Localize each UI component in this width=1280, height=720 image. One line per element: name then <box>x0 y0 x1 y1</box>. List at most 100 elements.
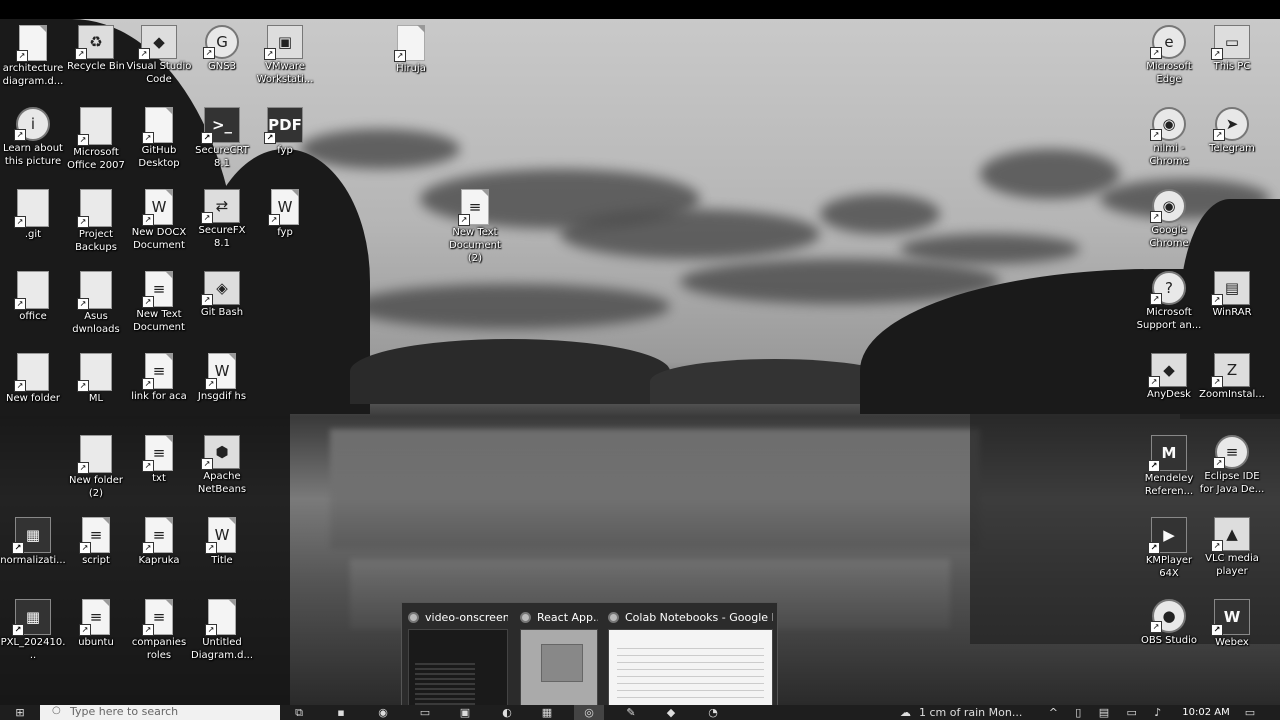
desktop-icon[interactable]: ◆ ↗ Visual Studio Code <box>126 25 192 86</box>
desktop-icon-label: ZoomInstal... <box>1199 389 1265 400</box>
desktop-icon-label: Title <box>211 555 233 566</box>
shortcut-arrow-icon: ↗ <box>201 294 213 306</box>
taskbar-app-1[interactable]: ▪ <box>330 705 352 720</box>
app-icon: ◐ <box>502 706 512 719</box>
desktop-icon[interactable]: ≡ ↗ Eclipse IDE for Java De... <box>1199 435 1265 496</box>
desktop-icon[interactable]: G ↗ GNS3 <box>189 25 255 73</box>
taskbar-vscode[interactable]: ◆ <box>660 705 682 720</box>
desktop-icon[interactable]: i ↗ Learn about this picture <box>0 107 66 168</box>
vlc-icon: ▲ ↗ <box>1211 517 1250 552</box>
desktop-icon[interactable]: ⬢ ↗ Apache NetBeans <box>189 435 255 496</box>
thumbnail-video-onscreen[interactable]: video-onscreen... <box>402 603 512 705</box>
desktop-icon[interactable]: ▲ ↗ VLC media player <box>1199 517 1265 578</box>
thumbnail-colab-notebooks[interactable]: Colab Notebooks - Google Driv... <box>602 603 777 705</box>
chrome-icon <box>408 611 419 623</box>
desktop-icon[interactable]: ↗ GitHub Desktop <box>126 107 192 170</box>
desktop-icon[interactable]: e ↗ Microsoft Edge <box>1136 25 1202 86</box>
thumbnail-title: video-onscreen... <box>425 610 508 624</box>
clock[interactable]: 10:02 AM <box>1176 705 1236 720</box>
shortcut-arrow-icon: ↗ <box>14 216 26 228</box>
chrome-icon <box>520 611 531 623</box>
desktop-icon[interactable]: ▶ ↗ KMPlayer 64X <box>1136 517 1202 580</box>
display-icon: ▭ <box>1126 706 1137 719</box>
desktop-icon[interactable]: Z ↗ ZoomInstal... <box>1199 353 1265 401</box>
system-tray[interactable]: ^ ▯ ▤ ▭ ♪ <box>1040 705 1170 720</box>
search-placeholder: Type here to search <box>70 705 179 718</box>
desktop-icon[interactable]: ↗ Project Backups <box>63 189 129 254</box>
desktop-icon[interactable]: >_ ↗ SecureCRT 8.1 <box>189 107 255 170</box>
taskbar-app-2[interactable]: ◐ <box>496 705 518 720</box>
thumbnail-preview <box>608 629 773 705</box>
desktop-icon[interactable]: ▣ ↗ VMware Workstati... <box>252 25 318 86</box>
notifications-button[interactable]: ▭ <box>1240 705 1260 720</box>
taskbar-app-4[interactable]: ◔ <box>702 705 724 720</box>
battery-icon: ▯ <box>1075 706 1082 719</box>
desktop-icon-label: Learn about this picture <box>3 143 63 167</box>
taskbar-chrome[interactable]: ◎ <box>574 705 604 720</box>
desktop-icon-label: office <box>19 311 47 322</box>
desktop-icon[interactable]: ≡ ↗ companies roles <box>126 599 192 662</box>
desktop-icon[interactable]: ▭ ↗ This PC <box>1199 25 1265 73</box>
desktop-icon[interactable]: ◆ ↗ AnyDesk <box>1136 353 1202 401</box>
desktop-icon[interactable]: W ↗ New DOCX Document <box>126 189 192 252</box>
taskbar-store[interactable]: ▣ <box>454 705 476 720</box>
desktop-icon[interactable]: ≡ ↗ New Text Document (2) <box>442 189 508 265</box>
desktop-icon[interactable]: ⇄ ↗ SecureFX 8.1 <box>189 189 255 250</box>
thumbnail-react-app[interactable]: React App... <box>514 603 602 705</box>
desktop-icon[interactable]: W ↗ Webex <box>1199 599 1265 649</box>
desktop-icon-label: SecureFX 8.1 <box>198 225 246 249</box>
desktop-icon[interactable]: M ↗ Mendeley Referen... <box>1136 435 1202 498</box>
desktop-icon[interactable]: ◈ ↗ Git Bash <box>189 271 255 319</box>
desktop-icon[interactable]: ↗ Asus dwnloads <box>63 271 129 336</box>
desktop-icon[interactable]: ↗ Hiruja <box>378 25 444 75</box>
desktop-icon[interactable]: ≡ ↗ script <box>63 517 129 567</box>
netbeans-icon: ⬢ ↗ <box>201 435 240 470</box>
desktop-icon[interactable]: ≡ ↗ ubuntu <box>63 599 129 649</box>
desktop-icon[interactable]: ≡ ↗ Kapruka <box>126 517 192 567</box>
desktop-icon[interactable]: ≡ ↗ New Text Document <box>126 271 192 334</box>
desktop-icon[interactable]: ↗ New folder (2) <box>63 435 129 500</box>
desktop-icon[interactable]: ● ↗ OBS Studio <box>1136 599 1202 647</box>
weather-widget[interactable]: ☁ 1 cm of rain Mon... <box>900 705 1030 720</box>
desktop-icon[interactable]: ▦ ↗ normalizati... <box>0 517 66 567</box>
chrome-icon: ◉ ↗ <box>1150 189 1186 223</box>
network-icon: ▤ <box>1098 706 1110 719</box>
taskbar-file-explorer[interactable]: ▭ <box>414 705 436 720</box>
desktop-icon-label: WinRAR <box>1212 307 1252 318</box>
shortcut-arrow-icon: ↗ <box>1150 47 1162 59</box>
task-view-button[interactable]: ⧉ <box>288 705 310 720</box>
desktop-icon-label: Hiruja <box>396 63 426 74</box>
desktop-icon[interactable]: ↗ ML <box>63 353 129 405</box>
desktop-icon[interactable]: ◉ ↗ Google Chrome <box>1136 189 1202 250</box>
desktop-icon[interactable]: ? ↗ Microsoft Support an... <box>1136 271 1202 332</box>
desktop[interactable]: ↗ architecture diagram.d... ♻ ↗ Recycle Bin ◆… <box>0 19 1280 705</box>
thumbnail-title: Colab Notebooks - Google Driv... <box>625 610 773 624</box>
desktop-icon[interactable]: ➤ ↗ Telegram <box>1199 107 1265 155</box>
taskbar-app-3[interactable]: ✎ <box>620 705 642 720</box>
shortcut-arrow-icon: ↗ <box>77 462 89 474</box>
desktop-icon[interactable]: ≡ ↗ link for aca <box>126 353 192 403</box>
taskbar-edge[interactable]: ◉ <box>372 705 394 720</box>
desktop-icon[interactable]: ▦ ↗ PXL_202410... <box>0 599 66 662</box>
desktop-icon[interactable]: ↗ New folder <box>0 353 66 405</box>
desktop-icon-label: AnyDesk <box>1147 389 1191 400</box>
desktop-icon[interactable]: ♻ ↗ Recycle Bin <box>63 25 129 73</box>
text-file-icon: ≡ ↗ <box>142 517 173 554</box>
desktop-icon[interactable]: W ↗ Jnsgdif hs <box>189 353 255 403</box>
desktop-icon[interactable]: ◉ ↗ nilmi - Chrome <box>1136 107 1202 168</box>
desktop-icon[interactable]: W ↗ Title <box>189 517 255 567</box>
desktop-icon[interactable]: ▤ ↗ WinRAR <box>1199 271 1265 319</box>
desktop-icon[interactable]: ↗ Microsoft Office 2007 <box>63 107 129 172</box>
desktop-icon[interactable]: PDF ↗ fyp <box>252 107 318 157</box>
desktop-icon[interactable]: ↗ Untitled Diagram.d... <box>189 599 255 662</box>
shortcut-arrow-icon: ↗ <box>1150 293 1162 305</box>
start-button[interactable]: ⊞ <box>8 705 32 720</box>
search-box[interactable]: ○ Type here to search <box>40 705 280 720</box>
desktop-icon[interactable]: ↗ office <box>0 271 66 323</box>
desktop-icon[interactable]: ↗ architecture diagram.d... <box>0 25 66 88</box>
desktop-icon[interactable]: ↗ .git <box>0 189 66 241</box>
taskbar: ⊞ ○ Type here to search ⧉ ▪ ◉ ▭ ▣ ◐ ▦ ◎ … <box>0 705 1280 720</box>
desktop-icon[interactable]: ≡ ↗ txt <box>126 435 192 485</box>
taskbar-calculator[interactable]: ▦ <box>536 705 558 720</box>
desktop-icon[interactable]: W ↗ fyp <box>252 189 318 239</box>
